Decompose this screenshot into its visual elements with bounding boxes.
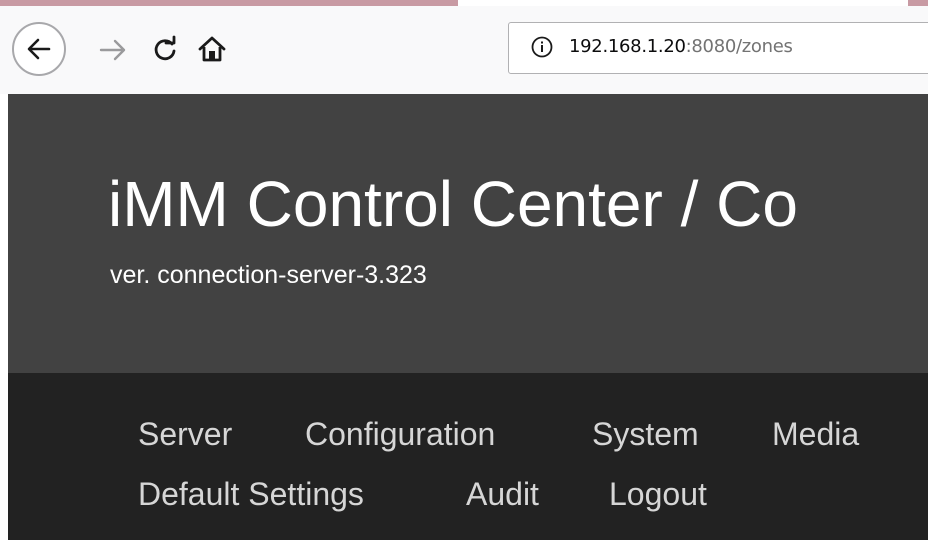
forward-arrow-icon bbox=[99, 39, 126, 61]
info-icon[interactable] bbox=[531, 36, 553, 58]
home-button[interactable] bbox=[196, 34, 228, 64]
back-button[interactable] bbox=[12, 22, 66, 76]
nav-item-audit[interactable]: Audit bbox=[466, 478, 539, 510]
url-text[interactable]: 192.168.1.20:8080/zones bbox=[569, 36, 793, 57]
main-nav bbox=[8, 373, 928, 540]
url-port-path: :8080/zones bbox=[685, 36, 793, 57]
nav-item-configuration[interactable]: Configuration bbox=[305, 418, 495, 450]
version-label: ver. connection-server-3.323 bbox=[110, 261, 427, 289]
home-icon bbox=[198, 36, 226, 62]
forward-button[interactable] bbox=[98, 36, 128, 64]
address-bar[interactable]: 192.168.1.20:8080/zones bbox=[508, 22, 928, 74]
nav-item-logout[interactable]: Logout bbox=[609, 478, 707, 510]
browser-window: 192.168.1.20:8080/zones iMM Control Cent… bbox=[0, 0, 928, 540]
browser-toolbar: 192.168.1.20:8080/zones bbox=[0, 6, 928, 94]
nav-item-default-settings[interactable]: Default Settings bbox=[138, 478, 364, 510]
url-host: 192.168.1.20 bbox=[569, 36, 686, 57]
nav-item-server[interactable]: Server bbox=[138, 418, 232, 450]
nav-item-system[interactable]: System bbox=[592, 418, 699, 450]
page-title: iMM Control Center / Co bbox=[108, 168, 798, 240]
reload-button[interactable] bbox=[150, 34, 180, 64]
reload-icon bbox=[154, 35, 176, 61]
back-arrow-icon bbox=[27, 38, 51, 60]
nav-item-media[interactable]: Media bbox=[772, 418, 859, 450]
